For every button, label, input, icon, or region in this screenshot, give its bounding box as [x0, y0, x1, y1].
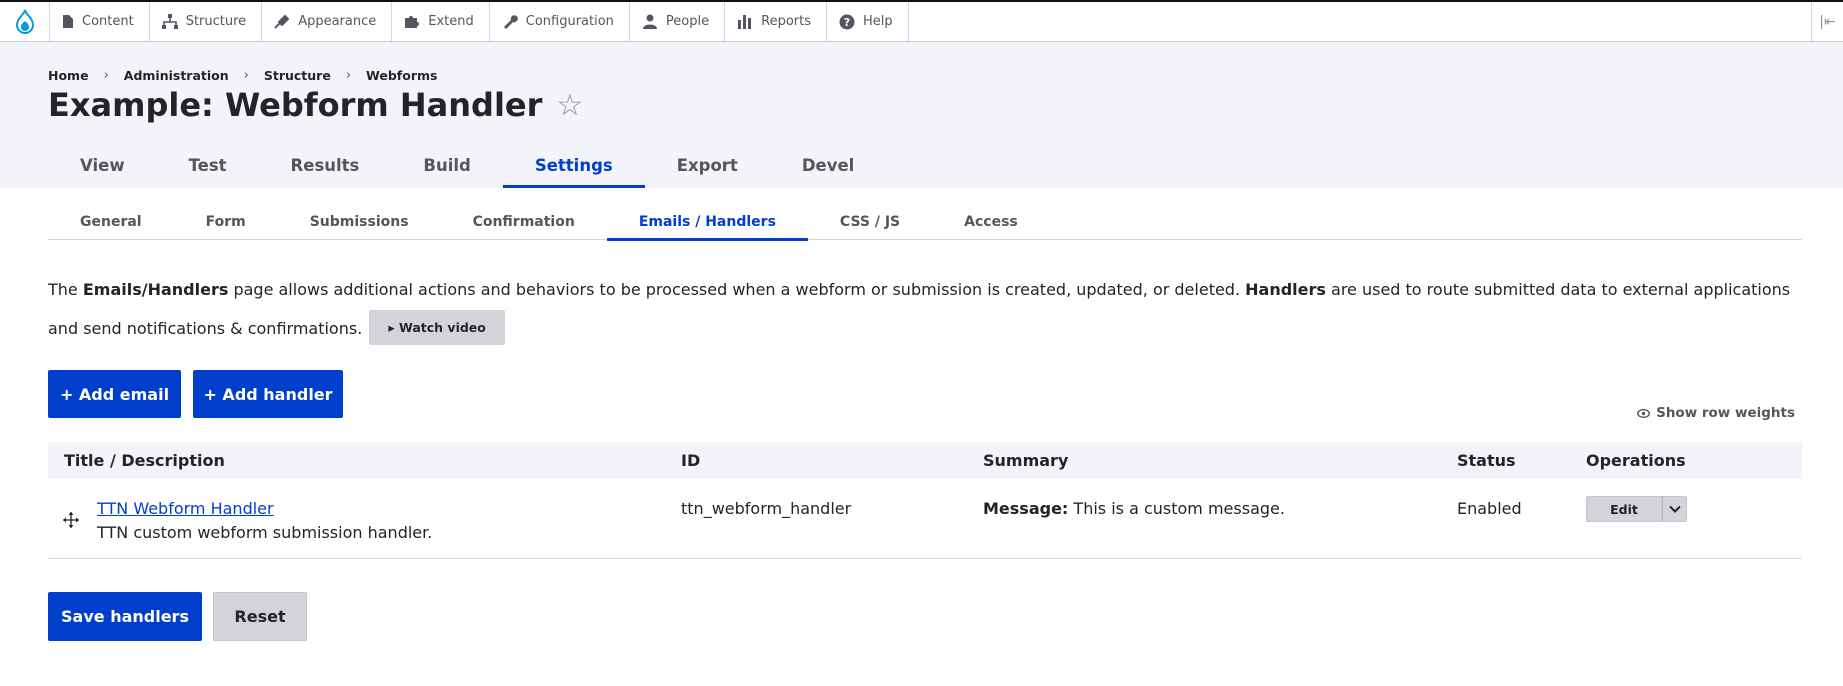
header-title-description: Title / Description — [64, 451, 225, 470]
subtab-submissions[interactable]: Submissions — [278, 204, 441, 240]
description-text: The — [48, 280, 83, 299]
person-icon — [642, 14, 657, 29]
cell-summary: Message: This is a custom message. — [983, 479, 1457, 521]
secondary-tabs: General Form Submissions Confirmation Em… — [48, 204, 1802, 241]
dropbutton-toggle[interactable] — [1662, 496, 1687, 522]
toolbar-structure-label: Structure — [185, 14, 247, 29]
collapse-icon: |⇤ — [1819, 13, 1836, 30]
toolbar-structure[interactable]: Structure — [150, 2, 263, 41]
drupal-logo-icon[interactable] — [0, 2, 50, 41]
subtab-confirmation[interactable]: Confirmation — [441, 204, 607, 240]
page-title-container: Example: Webform Handler ☆ — [48, 86, 583, 124]
summary-label: Message: — [983, 499, 1069, 518]
sitemap-icon — [161, 14, 178, 29]
svg-text:?: ? — [844, 16, 850, 29]
table-header: Title / Description ID Summary Status Op… — [48, 442, 1802, 479]
cell-title-description: TTN Webform Handler TTN custom webform s… — [48, 479, 681, 545]
eye-icon — [1637, 408, 1651, 418]
table-row: TTN Webform Handler TTN custom webform s… — [48, 479, 1802, 559]
toolbar-help[interactable]: ? Help — [827, 2, 909, 41]
toolbar-extend-label: Extend — [428, 14, 474, 29]
reset-button[interactable]: Reset — [213, 592, 307, 641]
tab-results[interactable]: Results — [259, 142, 392, 188]
page-title: Example: Webform Handler — [48, 86, 543, 124]
file-icon — [63, 15, 73, 28]
primary-tabs: View Test Results Build Settings Export … — [48, 142, 886, 188]
admin-toolbar: Content Structure Appearance Extend Conf… — [0, 0, 1843, 42]
subtab-emails-handlers[interactable]: Emails / Handlers — [606, 204, 808, 241]
chevron-down-icon — [1668, 505, 1681, 513]
breadcrumb-webforms[interactable]: Webforms — [366, 68, 437, 83]
edit-button[interactable]: Edit — [1586, 496, 1662, 522]
add-email-button[interactable]: + Add email — [48, 370, 181, 418]
header-status: Status — [1457, 451, 1516, 470]
toolbar-people-label: People — [665, 14, 710, 29]
header-operations: Operations — [1586, 451, 1686, 470]
help-icon: ? — [839, 14, 855, 29]
toolbar-appearance[interactable]: Appearance — [262, 2, 393, 41]
cell-operations: Edit — [1586, 479, 1802, 522]
header-summary: Summary — [983, 451, 1069, 470]
operations-dropbutton: Edit — [1586, 496, 1687, 522]
bar-chart-icon — [738, 15, 752, 29]
tab-build[interactable]: Build — [391, 142, 502, 188]
toolbar-reports-label: Reports — [761, 14, 811, 29]
subtab-form[interactable]: Form — [174, 204, 278, 240]
tab-settings[interactable]: Settings — [502, 142, 645, 188]
show-row-weights-link[interactable]: Show row weights — [1637, 405, 1795, 421]
page-description: The Emails/Handlers page allows addition… — [48, 270, 1802, 348]
toolbar-appearance-label: Appearance — [298, 14, 377, 29]
wrench-icon — [503, 15, 518, 29]
description-bold-emails-handlers: Emails/Handlers — [82, 280, 229, 299]
description-text: page allows additional actions and behav… — [228, 280, 1246, 299]
toolbar-configuration[interactable]: Configuration — [490, 2, 630, 41]
star-icon[interactable]: ☆ — [556, 88, 583, 123]
toolbar-help-label: Help — [863, 14, 893, 29]
watch-video-button[interactable]: ▸ Watch video — [369, 310, 505, 345]
breadcrumb-administration[interactable]: Administration — [124, 68, 229, 83]
tab-view[interactable]: View — [48, 142, 157, 188]
subtab-access[interactable]: Access — [932, 204, 1050, 240]
tab-devel[interactable]: Devel — [770, 142, 887, 188]
drag-handle-icon[interactable] — [62, 511, 80, 533]
toolbar-reports[interactable]: Reports — [725, 2, 827, 41]
description-bold-handlers: Handlers — [1245, 280, 1326, 299]
breadcrumb-structure[interactable]: Structure — [264, 68, 331, 83]
breadcrumb-separator-icon: › — [345, 68, 352, 83]
breadcrumb-separator-icon: › — [243, 68, 249, 83]
breadcrumb-home[interactable]: Home — [48, 68, 89, 83]
toolbar-content[interactable]: Content — [50, 2, 150, 41]
toolbar-content-label: Content — [82, 14, 134, 29]
summary-value: This is a custom message. — [1068, 499, 1285, 518]
cell-id: ttn_webform_handler — [681, 499, 852, 518]
subtab-css-js[interactable]: CSS / JS — [808, 204, 932, 240]
toolbar-extend[interactable]: Extend — [392, 2, 490, 41]
handler-description: TTN custom webform submission handler. — [97, 523, 433, 542]
add-handler-button[interactable]: + Add handler — [193, 370, 343, 418]
header-id: ID — [681, 451, 701, 470]
subtab-general[interactable]: General — [48, 204, 174, 240]
save-handlers-button[interactable]: Save handlers — [48, 592, 202, 641]
handler-title-link[interactable]: TTN Webform Handler — [97, 497, 681, 521]
tab-test[interactable]: Test — [157, 142, 259, 188]
toolbar-configuration-label: Configuration — [525, 14, 614, 29]
toolbar-orientation-toggle[interactable]: |⇤ — [1811, 2, 1843, 41]
show-row-weights-label: Show row weights — [1656, 405, 1795, 421]
handlers-table: Title / Description ID Summary Status Op… — [48, 442, 1802, 559]
page-header: Home › Administration › Structure › Webf… — [0, 42, 1843, 188]
toolbar-people[interactable]: People — [630, 2, 726, 41]
breadcrumb: Home › Administration › Structure › Webf… — [48, 68, 437, 83]
paint-icon — [274, 14, 290, 29]
breadcrumb-separator-icon: › — [103, 68, 109, 83]
tab-export[interactable]: Export — [645, 142, 770, 188]
puzzle-icon — [405, 16, 420, 28]
cell-status: Enabled — [1457, 499, 1522, 518]
